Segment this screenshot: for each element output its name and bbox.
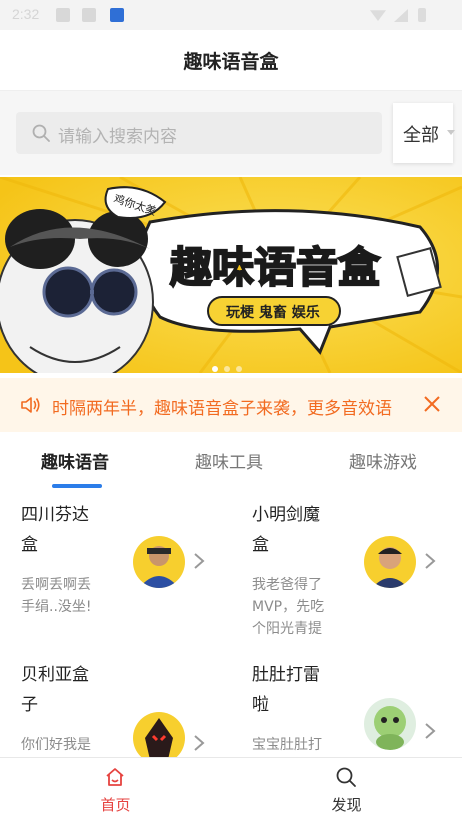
notification-icon bbox=[56, 8, 70, 22]
list-item[interactable]: 贝利亚盒子 你们好我是 bbox=[21, 660, 221, 757]
item-title: 四川芬达盒 bbox=[21, 505, 89, 555]
chevron-down-icon bbox=[447, 130, 455, 135]
avatar bbox=[133, 536, 185, 588]
carousel-dot[interactable] bbox=[236, 366, 242, 372]
signal-icon bbox=[394, 9, 408, 22]
tab-fun-tools[interactable]: 趣味工具 bbox=[195, 448, 263, 473]
filter-label: 全部 bbox=[403, 125, 439, 146]
close-icon[interactable] bbox=[422, 394, 442, 414]
home-icon bbox=[106, 768, 124, 786]
voice-box-list: 四川芬达盒 丢啊丢啊丢手绢..没坐! 小明剑魔盒 我老爸得了MVP，先吃个阳光青… bbox=[0, 490, 462, 757]
category-filter-dropdown[interactable]: 全部 bbox=[393, 103, 455, 163]
item-description: 我老爸得了MVP，先吃个阳光青提 bbox=[252, 577, 325, 637]
tab-indicator bbox=[52, 484, 102, 488]
category-tabs: 趣味语音 趣味工具 趣味游戏 bbox=[0, 432, 462, 488]
nav-home-label: 首页 bbox=[100, 796, 131, 814]
avatar bbox=[364, 698, 416, 750]
app-notification-icon bbox=[110, 8, 124, 22]
list-item[interactable]: 肚肚打雷啦 宝宝肚肚打 bbox=[252, 660, 452, 757]
notice-bar[interactable]: 时隔两年半，趣味语音盒子来袭，更多音效语 bbox=[0, 378, 462, 432]
item-title: 小明剑魔盒 bbox=[252, 505, 320, 555]
list-item[interactable]: 四川芬达盒 丢啊丢啊丢手绢..没坐! bbox=[21, 500, 221, 650]
item-title: 肚肚打雷啦 bbox=[252, 665, 320, 715]
search-placeholder: 请输入搜索内容 bbox=[58, 127, 177, 147]
nav-home[interactable]: 首页 bbox=[0, 758, 231, 822]
list-item[interactable]: 小明剑魔盒 我老爸得了MVP，先吃个阳光青提 bbox=[252, 500, 452, 650]
item-description: 宝宝肚肚打 bbox=[252, 737, 322, 753]
banner-carousel[interactable]: 鸡你太美 趣味语音盒 玩梗 鬼畜 娱乐 bbox=[0, 177, 462, 373]
wifi-icon bbox=[370, 10, 386, 21]
banner-image: 鸡你太美 趣味语音盒 玩梗 鬼畜 娱乐 bbox=[0, 177, 462, 373]
chevron-right-icon bbox=[194, 553, 205, 569]
chevron-right-icon bbox=[194, 735, 205, 751]
app-bar: 趣味语音盒 bbox=[0, 30, 462, 91]
bottom-navigation: 首页 发现 bbox=[0, 757, 462, 822]
banner-tags: 玩梗 鬼畜 娱乐 bbox=[226, 304, 320, 321]
avatar bbox=[364, 536, 416, 588]
battery-icon bbox=[418, 8, 426, 22]
chevron-right-icon bbox=[425, 723, 436, 739]
search-icon bbox=[336, 767, 356, 787]
item-description: 丢啊丢啊丢手绢..没坐! bbox=[21, 577, 92, 615]
carousel-indicator bbox=[212, 357, 248, 373]
banner-title: 趣味语音盒 bbox=[170, 243, 381, 292]
avatar bbox=[133, 712, 185, 757]
search-row: 请输入搜索内容 全部 bbox=[0, 91, 462, 175]
speaker-icon bbox=[21, 397, 40, 413]
notice-text: 时隔两年半，趣味语音盒子来袭，更多音效语 bbox=[52, 399, 392, 419]
tab-fun-games[interactable]: 趣味游戏 bbox=[349, 448, 417, 473]
search-icon bbox=[32, 124, 50, 142]
page-title: 趣味语音盒 bbox=[183, 51, 279, 73]
nav-discover-label: 发现 bbox=[331, 796, 362, 814]
chevron-right-icon bbox=[425, 553, 436, 569]
item-description: 你们好我是 bbox=[21, 737, 91, 753]
status-bar: 2:32 bbox=[0, 0, 462, 30]
carousel-dot[interactable] bbox=[224, 366, 230, 372]
status-time: 2:32 bbox=[12, 6, 40, 22]
nav-discover[interactable]: 发现 bbox=[231, 758, 462, 822]
notification-icon bbox=[82, 8, 96, 22]
item-title: 贝利亚盒子 bbox=[21, 665, 89, 715]
carousel-dot[interactable] bbox=[212, 366, 218, 372]
tab-fun-voice[interactable]: 趣味语音 bbox=[41, 448, 109, 473]
search-input[interactable]: 请输入搜索内容 bbox=[16, 112, 382, 154]
